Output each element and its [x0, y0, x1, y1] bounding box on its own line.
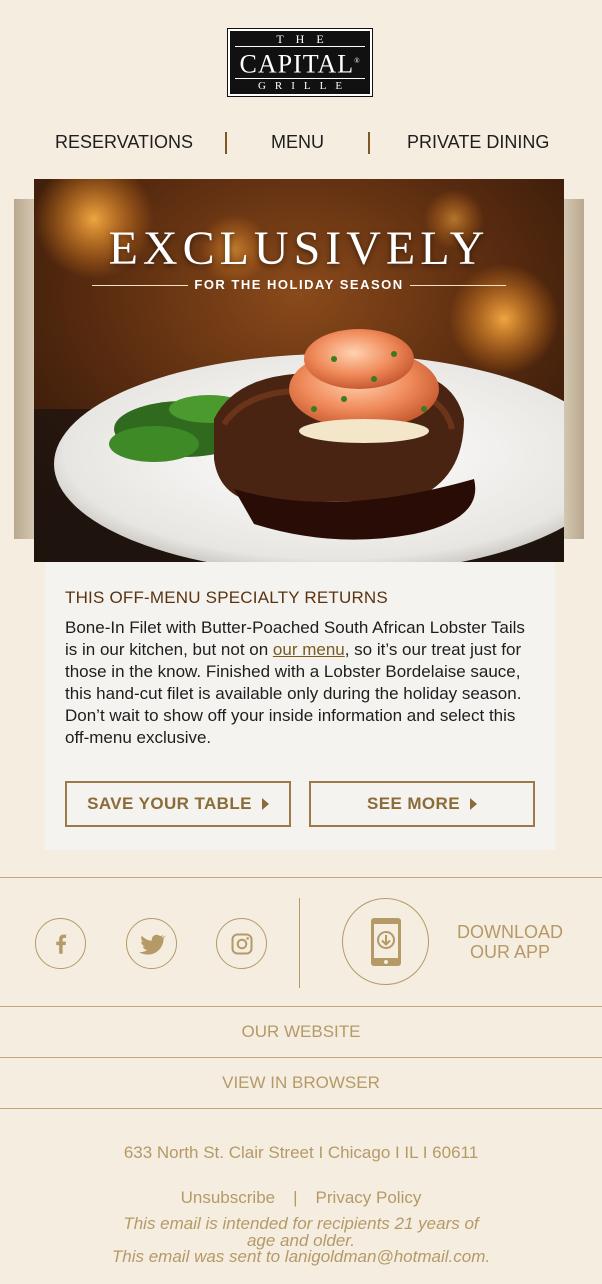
brand-logo[interactable]: THE CAPITAL® GRILLE: [227, 28, 373, 97]
footer-divider: |: [293, 1188, 298, 1207]
twitter-icon[interactable]: [126, 918, 177, 969]
social-bar: DOWNLOAD OUR APP: [0, 877, 602, 1007]
unsubscribe-link[interactable]: Unsubscribe: [181, 1188, 276, 1207]
feature-body: Bone-In Filet with Butter-Poached South …: [65, 618, 525, 747]
top-nav: RESERVATIONS MENU PRIVATE DINING: [0, 128, 602, 158]
hero-headline: EXCLUSIVELY: [108, 222, 490, 275]
hero-subhead: FOR THE HOLIDAY SEASON: [34, 277, 564, 292]
our-menu-link[interactable]: our menu: [273, 640, 345, 659]
nav-menu[interactable]: MENU: [271, 128, 324, 156]
save-your-table-button[interactable]: SAVE YOUR TABLE: [65, 781, 291, 827]
sent-to-notice: This email was sent to lanigoldman@hotma…: [111, 1247, 491, 1266]
arrow-right-icon: [261, 798, 269, 810]
privacy-policy-link[interactable]: Privacy Policy: [316, 1188, 422, 1207]
see-more-label: SEE MORE: [367, 794, 460, 813]
instagram-icon[interactable]: [216, 918, 267, 969]
hero-image[interactable]: EXCLUSIVELY FOR THE HOLIDAY SEASON: [34, 179, 564, 562]
facebook-icon[interactable]: [35, 918, 86, 969]
address: 633 North St. Clair Street I Chicago I I…: [123, 1143, 479, 1162]
footer-links: Unsubscribe | Privacy Policy: [0, 1188, 602, 1208]
our-website-link[interactable]: OUR WEBSITE: [0, 1007, 602, 1058]
phone-download-icon: [370, 917, 401, 966]
age-disclaimer-line1: This email is intended for recipients 21…: [123, 1214, 479, 1233]
feature-heading: THIS OFF-MENU SPECIALTY RETURNS: [65, 588, 388, 607]
nav-divider: [225, 132, 227, 154]
social-divider: [299, 898, 300, 988]
logo-grille: GRILLE: [257, 80, 352, 93]
save-button-label: SAVE YOUR TABLE: [87, 794, 252, 813]
logo-capital: CAPITAL®: [235, 45, 365, 80]
nav-divider: [368, 132, 370, 154]
feature-card: THIS OFF-MENU SPECIALTY RETURNS Bone-In …: [45, 562, 555, 850]
view-in-browser-link[interactable]: VIEW IN BROWSER: [0, 1058, 602, 1109]
logo-the: THE: [276, 31, 336, 46]
nav-private-dining[interactable]: PRIVATE DINING: [407, 128, 549, 156]
download-app-link[interactable]: DOWNLOAD OUR APP: [445, 922, 575, 962]
see-more-button[interactable]: SEE MORE: [309, 781, 535, 827]
age-disclaimer-line2: age and older.: [246, 1231, 356, 1250]
arrow-right-icon: [469, 798, 477, 810]
app-download-button[interactable]: [342, 898, 429, 985]
nav-reservations[interactable]: RESERVATIONS: [55, 128, 193, 156]
